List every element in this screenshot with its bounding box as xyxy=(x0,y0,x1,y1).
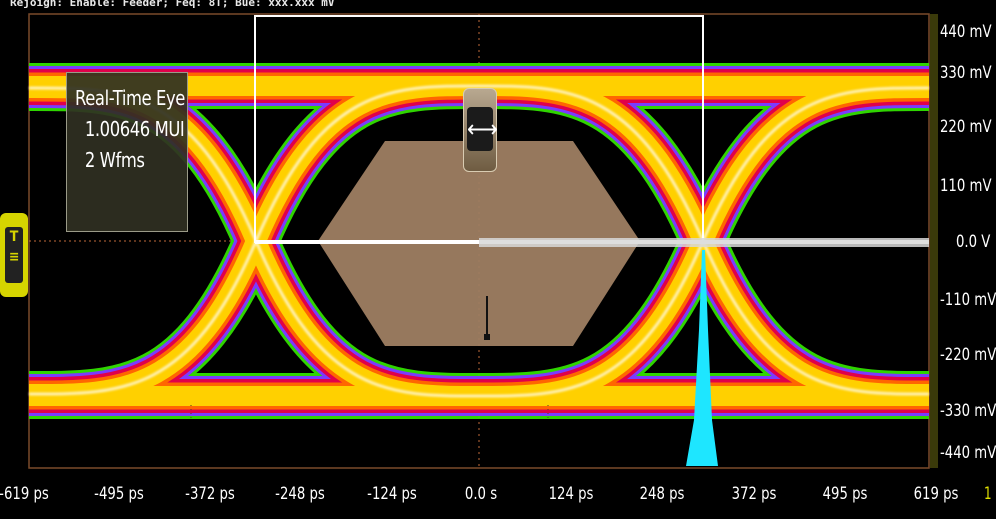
zoom-indicator[interactable]: 1 xyxy=(984,484,992,504)
info-ui-count: 1.00646 MUI xyxy=(84,117,185,141)
x-tick-label: 248 ps xyxy=(639,484,685,504)
x-tick-label: 619 ps xyxy=(913,484,959,504)
x-tick-label: 0.0 s xyxy=(464,484,498,504)
info-title: Real-Time Eye xyxy=(75,86,185,110)
zero-level-band xyxy=(479,238,929,247)
x-tick-label: 372 ps xyxy=(731,484,777,504)
x-tick-label: 495 ps xyxy=(822,484,868,504)
y-tick-label: -110 mV xyxy=(940,290,996,310)
x-tick-label: -495 ps xyxy=(94,484,144,504)
y-tick-label: 330 mV xyxy=(940,63,992,83)
trigger-icon: T ≡ xyxy=(5,227,23,283)
x-tick-label: 124 ps xyxy=(548,484,594,504)
y-tick-label: -440 mV xyxy=(940,443,996,463)
y-axis-rail xyxy=(930,14,938,468)
y-tick-label: -220 mV xyxy=(940,345,996,365)
y-tick-label: 220 mV xyxy=(940,117,992,137)
eye-info-box[interactable]: Real-Time Eye 1.00646 MUI 2 Wfms xyxy=(66,72,188,232)
y-tick-label: 0.0 V xyxy=(956,232,991,252)
x-tick-label: -372 ps xyxy=(185,484,235,504)
trigger-marker[interactable]: T ≡ xyxy=(0,213,28,297)
x-tick-label: -248 ps xyxy=(275,484,325,504)
y-tick-label: 440 mV xyxy=(940,22,992,42)
y-tick-label: 110 mV xyxy=(940,176,992,196)
mask-marker-base xyxy=(484,334,490,340)
eye-diagram-screen: Rejoign: Enable: Feeder; Feq: 8T; Bue: x… xyxy=(0,0,996,519)
y-tick-label: -330 mV xyxy=(940,401,996,421)
x-tick-label: -124 ps xyxy=(367,484,417,504)
horizontal-double-arrow-icon: ⟷ xyxy=(467,107,498,151)
cursor-drag-handle[interactable]: ⟷ xyxy=(463,88,498,172)
x-tick-label: -619 ps xyxy=(0,484,49,504)
trigger-label: T xyxy=(9,229,19,245)
info-wfms: 2 Wfms xyxy=(84,148,145,172)
